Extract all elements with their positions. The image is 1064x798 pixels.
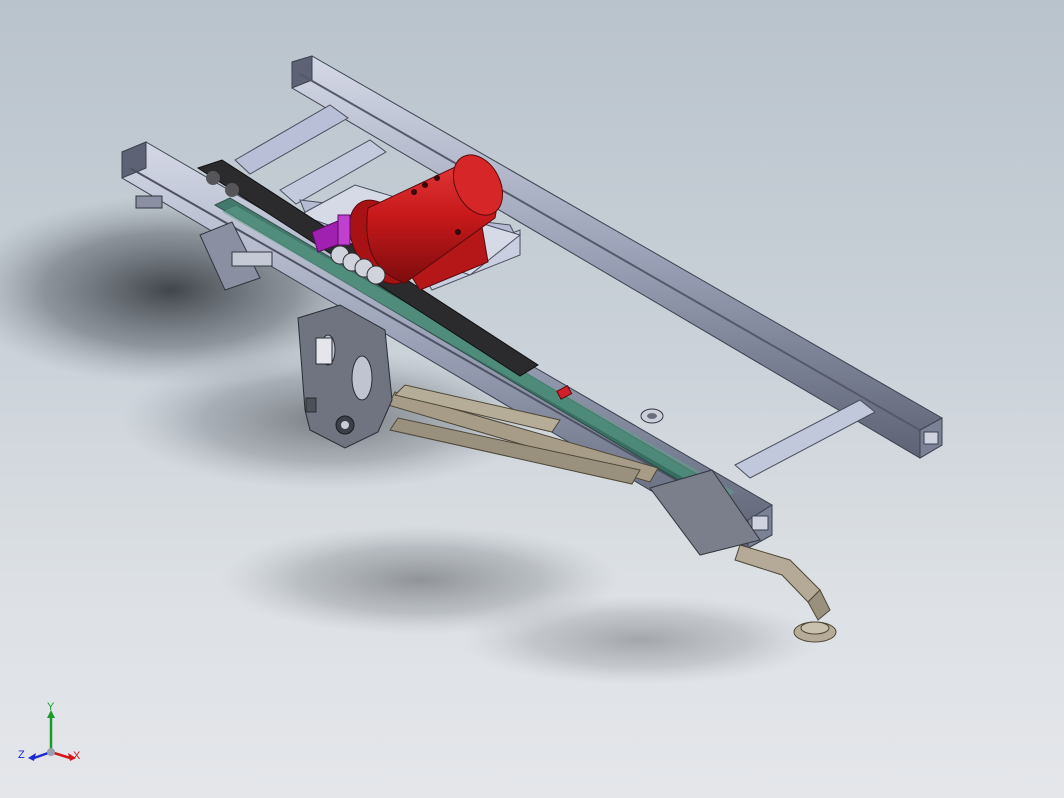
- triad-z-arrow: [28, 753, 36, 761]
- orientation-triad: Y X Z: [18, 702, 88, 772]
- triad-y-label: Y: [47, 701, 55, 713]
- cad-model[interactable]: [0, 0, 1064, 798]
- rail-clamp[interactable]: [640, 408, 664, 424]
- triad-x-label: X: [73, 750, 81, 762]
- triad-origin: [47, 748, 55, 756]
- graphics-viewport[interactable]: Y X Z: [0, 0, 1064, 798]
- triad-z-label: Z: [18, 749, 25, 761]
- side-plate[interactable]: [297, 304, 393, 449]
